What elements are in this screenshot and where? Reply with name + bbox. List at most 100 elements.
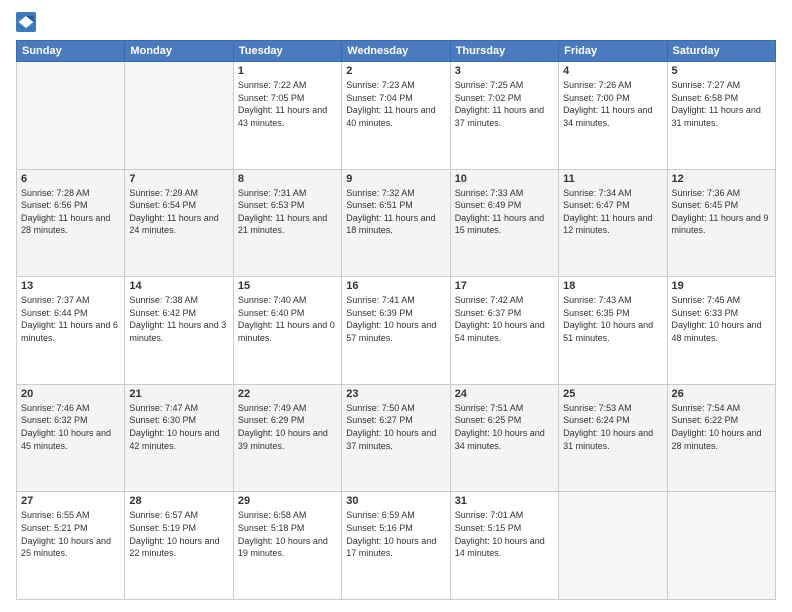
calendar-row-5: 27 Sunrise: 6:55 AM Sunset: 5:21 PM Dayl… xyxy=(17,492,776,600)
day-number: 7 xyxy=(129,173,228,185)
day-number: 24 xyxy=(455,388,554,400)
day-info: Sunrise: 7:36 AM Sunset: 6:45 PM Dayligh… xyxy=(672,187,771,237)
daylight-label: Daylight: 10 hours and 25 minutes. xyxy=(21,536,111,559)
day-number: 11 xyxy=(563,173,662,185)
calendar-day-28: 28 Sunrise: 6:57 AM Sunset: 5:19 PM Dayl… xyxy=(125,492,233,600)
sunrise-label: Sunrise: 7:01 AM xyxy=(455,510,524,520)
sunset-label: Sunset: 6:32 PM xyxy=(21,415,88,425)
day-info: Sunrise: 7:29 AM Sunset: 6:54 PM Dayligh… xyxy=(129,187,228,237)
day-number: 18 xyxy=(563,280,662,292)
sunrise-label: Sunrise: 7:45 AM xyxy=(672,295,741,305)
sunrise-label: Sunrise: 7:29 AM xyxy=(129,188,198,198)
day-number: 14 xyxy=(129,280,228,292)
sunrise-label: Sunrise: 7:41 AM xyxy=(346,295,415,305)
weekday-header-sunday: Sunday xyxy=(17,41,125,62)
daylight-label: Daylight: 10 hours and 54 minutes. xyxy=(455,320,545,343)
day-number: 4 xyxy=(563,65,662,77)
day-number: 25 xyxy=(563,388,662,400)
calendar-day-30: 30 Sunrise: 6:59 AM Sunset: 5:16 PM Dayl… xyxy=(342,492,450,600)
day-info: Sunrise: 7:51 AM Sunset: 6:25 PM Dayligh… xyxy=(455,402,554,452)
sunrise-label: Sunrise: 7:32 AM xyxy=(346,188,415,198)
weekday-header-thursday: Thursday xyxy=(450,41,558,62)
day-number: 12 xyxy=(672,173,771,185)
daylight-label: Daylight: 10 hours and 31 minutes. xyxy=(563,428,653,451)
calendar-day-6: 6 Sunrise: 7:28 AM Sunset: 6:56 PM Dayli… xyxy=(17,169,125,277)
daylight-label: Daylight: 11 hours and 24 minutes. xyxy=(129,213,218,236)
day-info: Sunrise: 7:37 AM Sunset: 6:44 PM Dayligh… xyxy=(21,294,120,344)
daylight-label: Daylight: 10 hours and 57 minutes. xyxy=(346,320,436,343)
day-info: Sunrise: 7:40 AM Sunset: 6:40 PM Dayligh… xyxy=(238,294,337,344)
daylight-label: Daylight: 10 hours and 39 minutes. xyxy=(238,428,328,451)
calendar-day-8: 8 Sunrise: 7:31 AM Sunset: 6:53 PM Dayli… xyxy=(233,169,341,277)
calendar-day-12: 12 Sunrise: 7:36 AM Sunset: 6:45 PM Dayl… xyxy=(667,169,775,277)
day-info: Sunrise: 7:45 AM Sunset: 6:33 PM Dayligh… xyxy=(672,294,771,344)
daylight-label: Daylight: 10 hours and 37 minutes. xyxy=(346,428,436,451)
day-number: 8 xyxy=(238,173,337,185)
day-info: Sunrise: 6:58 AM Sunset: 5:18 PM Dayligh… xyxy=(238,509,337,559)
day-info: Sunrise: 7:54 AM Sunset: 6:22 PM Dayligh… xyxy=(672,402,771,452)
sunrise-label: Sunrise: 7:37 AM xyxy=(21,295,90,305)
day-number: 2 xyxy=(346,65,445,77)
page: SundayMondayTuesdayWednesdayThursdayFrid… xyxy=(0,0,792,612)
day-number: 26 xyxy=(672,388,771,400)
sunset-label: Sunset: 5:19 PM xyxy=(129,523,196,533)
day-number: 17 xyxy=(455,280,554,292)
calendar-day-20: 20 Sunrise: 7:46 AM Sunset: 6:32 PM Dayl… xyxy=(17,384,125,492)
sunrise-label: Sunrise: 6:55 AM xyxy=(21,510,90,520)
day-info: Sunrise: 7:42 AM Sunset: 6:37 PM Dayligh… xyxy=(455,294,554,344)
sunset-label: Sunset: 6:54 PM xyxy=(129,200,196,210)
calendar-day-1: 1 Sunrise: 7:22 AM Sunset: 7:05 PM Dayli… xyxy=(233,62,341,170)
calendar-row-2: 6 Sunrise: 7:28 AM Sunset: 6:56 PM Dayli… xyxy=(17,169,776,277)
sunset-label: Sunset: 6:44 PM xyxy=(21,308,88,318)
sunset-label: Sunset: 6:30 PM xyxy=(129,415,196,425)
sunrise-label: Sunrise: 7:46 AM xyxy=(21,403,90,413)
day-number: 20 xyxy=(21,388,120,400)
day-number: 19 xyxy=(672,280,771,292)
sunrise-label: Sunrise: 7:26 AM xyxy=(563,80,632,90)
calendar-day-17: 17 Sunrise: 7:42 AM Sunset: 6:37 PM Dayl… xyxy=(450,277,558,385)
daylight-label: Daylight: 11 hours and 40 minutes. xyxy=(346,105,435,128)
day-info: Sunrise: 7:32 AM Sunset: 6:51 PM Dayligh… xyxy=(346,187,445,237)
sunset-label: Sunset: 5:16 PM xyxy=(346,523,413,533)
sunset-label: Sunset: 6:27 PM xyxy=(346,415,413,425)
sunset-label: Sunset: 5:15 PM xyxy=(455,523,522,533)
sunrise-label: Sunrise: 7:47 AM xyxy=(129,403,198,413)
sunset-label: Sunset: 6:47 PM xyxy=(563,200,630,210)
calendar-day-29: 29 Sunrise: 6:58 AM Sunset: 5:18 PM Dayl… xyxy=(233,492,341,600)
sunrise-label: Sunrise: 6:57 AM xyxy=(129,510,198,520)
calendar-row-3: 13 Sunrise: 7:37 AM Sunset: 6:44 PM Dayl… xyxy=(17,277,776,385)
day-number: 9 xyxy=(346,173,445,185)
daylight-label: Daylight: 11 hours and 18 minutes. xyxy=(346,213,435,236)
day-info: Sunrise: 7:47 AM Sunset: 6:30 PM Dayligh… xyxy=(129,402,228,452)
weekday-header-saturday: Saturday xyxy=(667,41,775,62)
day-info: Sunrise: 7:25 AM Sunset: 7:02 PM Dayligh… xyxy=(455,79,554,129)
sunrise-label: Sunrise: 7:54 AM xyxy=(672,403,741,413)
sunrise-label: Sunrise: 7:43 AM xyxy=(563,295,632,305)
header xyxy=(16,12,776,32)
day-info: Sunrise: 7:22 AM Sunset: 7:05 PM Dayligh… xyxy=(238,79,337,129)
sunrise-label: Sunrise: 6:58 AM xyxy=(238,510,307,520)
daylight-label: Daylight: 11 hours and 28 minutes. xyxy=(21,213,110,236)
calendar-day-19: 19 Sunrise: 7:45 AM Sunset: 6:33 PM Dayl… xyxy=(667,277,775,385)
daylight-label: Daylight: 10 hours and 34 minutes. xyxy=(455,428,545,451)
sunset-label: Sunset: 6:35 PM xyxy=(563,308,630,318)
daylight-label: Daylight: 11 hours and 12 minutes. xyxy=(563,213,652,236)
daylight-label: Daylight: 11 hours and 31 minutes. xyxy=(672,105,761,128)
sunrise-label: Sunrise: 7:22 AM xyxy=(238,80,307,90)
sunset-label: Sunset: 6:56 PM xyxy=(21,200,88,210)
daylight-label: Daylight: 10 hours and 14 minutes. xyxy=(455,536,545,559)
sunset-label: Sunset: 6:49 PM xyxy=(455,200,522,210)
sunset-label: Sunset: 6:53 PM xyxy=(238,200,305,210)
calendar-cell xyxy=(667,492,775,600)
daylight-label: Daylight: 10 hours and 28 minutes. xyxy=(672,428,762,451)
day-number: 13 xyxy=(21,280,120,292)
weekday-header-row: SundayMondayTuesdayWednesdayThursdayFrid… xyxy=(17,41,776,62)
sunset-label: Sunset: 6:29 PM xyxy=(238,415,305,425)
sunrise-label: Sunrise: 6:59 AM xyxy=(346,510,415,520)
calendar-cell xyxy=(17,62,125,170)
weekday-header-monday: Monday xyxy=(125,41,233,62)
day-number: 1 xyxy=(238,65,337,77)
calendar-day-31: 31 Sunrise: 7:01 AM Sunset: 5:15 PM Dayl… xyxy=(450,492,558,600)
day-number: 5 xyxy=(672,65,771,77)
day-info: Sunrise: 7:31 AM Sunset: 6:53 PM Dayligh… xyxy=(238,187,337,237)
